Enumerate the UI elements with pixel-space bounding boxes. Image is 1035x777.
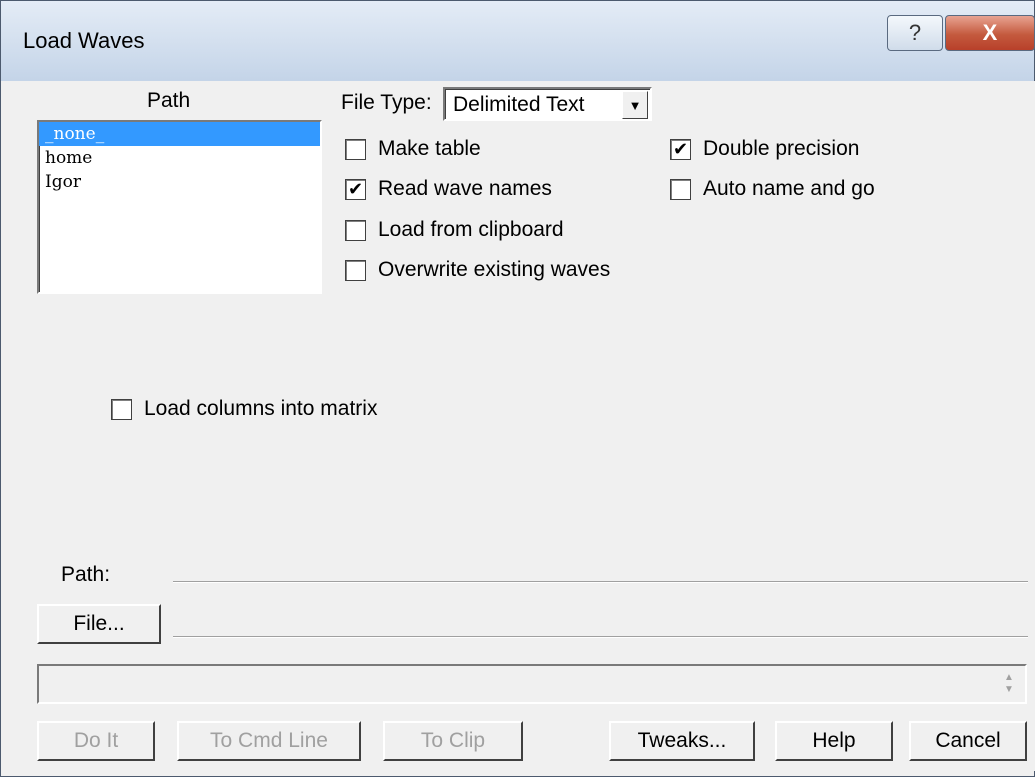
load-from-clipboard-checkbox[interactable]	[345, 220, 366, 241]
dialog-title: Load Waves	[23, 28, 145, 53]
file-type-select[interactable]: Delimited Text ▼	[443, 87, 652, 121]
auto-name-and-go-checkbox[interactable]	[670, 179, 691, 200]
path-list-header: Path	[147, 89, 191, 112]
double-precision-checkbox[interactable]: ✔	[670, 139, 691, 160]
file-type-value: Delimited Text	[453, 93, 585, 116]
auto-name-and-go-label: Auto name and go	[703, 177, 875, 200]
load-columns-into-matrix-checkbox[interactable]	[111, 399, 132, 420]
do-it-button[interactable]: Do It	[37, 721, 155, 761]
make-table-label: Make table	[378, 137, 481, 160]
path-display-line	[173, 581, 1028, 583]
help-icon[interactable]: ?	[887, 15, 943, 51]
load-from-clipboard-label: Load from clipboard	[378, 218, 564, 241]
path-list-item-igor[interactable]: Igor	[39, 170, 320, 194]
load-columns-into-matrix-label: Load columns into matrix	[144, 397, 378, 420]
cancel-button[interactable]: Cancel	[909, 721, 1027, 761]
command-preview-field[interactable]: ▲ ▼	[37, 664, 1027, 704]
file-button[interactable]: File...	[37, 604, 161, 644]
read-wave-names-label: Read wave names	[378, 177, 552, 200]
close-icon[interactable]: X	[945, 15, 1035, 51]
to-cmd-line-button[interactable]: To Cmd Line	[177, 721, 361, 761]
overwrite-existing-waves-checkbox[interactable]	[345, 260, 366, 281]
file-display-line	[173, 636, 1028, 638]
chevron-down-icon[interactable]: ▼	[622, 91, 648, 119]
dialog-content: Path _none_ home Igor File Type: Delimit…	[11, 81, 1035, 771]
path-list-item-none[interactable]: _none_	[39, 122, 320, 146]
title-bar[interactable]: Load Waves ? X	[1, 1, 1035, 81]
path-list-item-home[interactable]: home	[39, 146, 320, 170]
make-table-checkbox[interactable]	[345, 139, 366, 160]
path-field-label: Path:	[61, 563, 111, 586]
file-type-label: File Type:	[341, 91, 432, 114]
overwrite-existing-waves-label: Overwrite existing waves	[378, 258, 611, 281]
help-button[interactable]: Help	[775, 721, 893, 761]
to-clip-button[interactable]: To Clip	[383, 721, 523, 761]
load-waves-dialog: Load Waves ? X Path _none_ home Igor Fil…	[0, 0, 1035, 777]
double-precision-label: Double precision	[703, 137, 860, 160]
read-wave-names-checkbox[interactable]: ✔	[345, 179, 366, 200]
tweaks-button[interactable]: Tweaks...	[609, 721, 755, 761]
path-listbox[interactable]: _none_ home Igor	[37, 120, 322, 294]
scroll-spinner-icon[interactable]: ▲ ▼	[997, 668, 1021, 700]
